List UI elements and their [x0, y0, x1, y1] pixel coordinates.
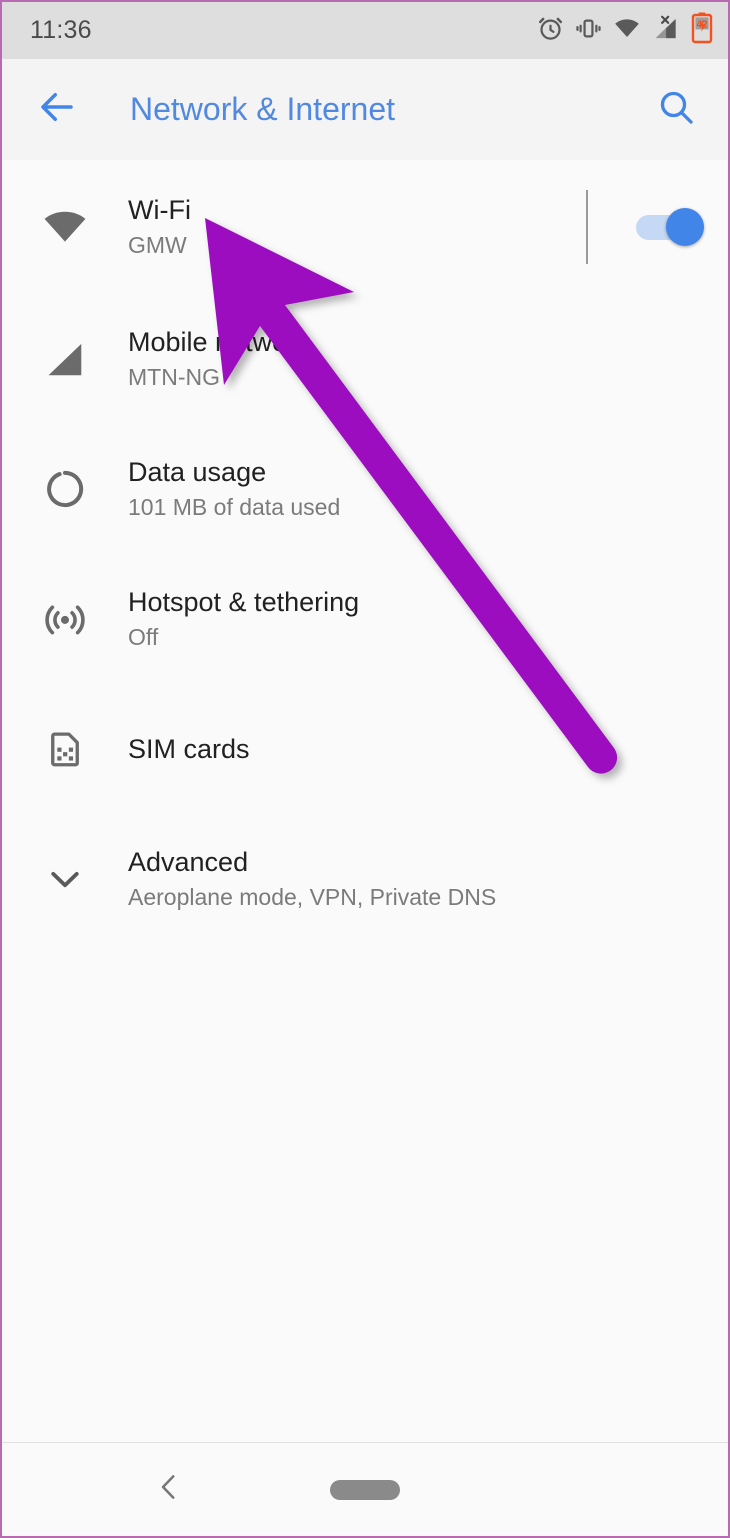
battery-icon: 42	[690, 12, 714, 49]
status-icon-tray: 42	[537, 12, 714, 49]
wifi-icon	[2, 202, 128, 252]
wifi-toggle-area	[586, 190, 728, 264]
settings-row-subtitle: Off	[128, 623, 159, 650]
settings-row-data-usage[interactable]: Data usage 101 MB of data used	[2, 424, 728, 554]
data-usage-icon	[2, 466, 128, 512]
settings-row-title: Data usage	[128, 456, 267, 487]
settings-row-title: Hotspot & tethering	[128, 586, 360, 617]
settings-row-text: Wi-Fi GMW	[128, 194, 586, 261]
mobile-signal-no-service-icon	[652, 15, 679, 47]
settings-row-title: Wi-Fi	[128, 194, 191, 225]
back-button[interactable]	[28, 81, 86, 139]
settings-list: Wi-Fi GMW Mobile network MTN-NG Data usa…	[2, 160, 728, 1443]
settings-row-title: Mobile network	[128, 326, 310, 357]
settings-row-subtitle: 101 MB of data used	[128, 493, 341, 520]
nav-home-handle[interactable]	[330, 1479, 400, 1500]
row-divider	[586, 190, 588, 264]
vibrate-icon	[575, 15, 602, 47]
nav-back-button[interactable]	[142, 1463, 196, 1517]
settings-row-subtitle: MTN-NG	[128, 363, 220, 390]
settings-row-subtitle: GMW	[128, 231, 187, 258]
wifi-toggle-switch[interactable]	[636, 208, 704, 246]
page-title: Network & Internet	[130, 91, 395, 127]
settings-row-wifi[interactable]: Wi-Fi GMW	[2, 160, 728, 294]
settings-row-text: Data usage 101 MB of data used	[128, 456, 728, 523]
settings-row-text: Hotspot & tethering Off	[128, 586, 728, 653]
status-bar: 11:36 42	[2, 2, 728, 59]
navigation-bar	[2, 1442, 728, 1536]
phone-screen: 11:36 42 Network & Internet Wi-Fi GMW Mo…	[0, 0, 730, 1538]
settings-row-text: Advanced Aeroplane mode, VPN, Private DN…	[128, 846, 728, 913]
alarm-icon	[537, 15, 564, 47]
settings-row-hotspot-tethering[interactable]: Hotspot & tethering Off	[2, 554, 728, 684]
hotspot-icon	[2, 596, 128, 642]
settings-row-title: SIM cards	[128, 733, 250, 764]
arrow-left-icon	[36, 86, 78, 133]
status-time: 11:36	[30, 16, 92, 44]
search-button[interactable]	[648, 82, 704, 138]
settings-row-mobile-network[interactable]: Mobile network MTN-NG	[2, 294, 728, 424]
app-bar: Network & Internet	[2, 59, 728, 160]
chevron-down-icon	[2, 857, 128, 901]
settings-row-text: SIM cards	[128, 733, 728, 765]
settings-row-subtitle: Aeroplane mode, VPN, Private DNS	[128, 883, 497, 910]
sim-card-icon	[2, 728, 128, 770]
search-icon	[656, 87, 696, 132]
mobile-network-icon	[2, 336, 128, 382]
settings-row-title: Advanced	[128, 846, 249, 877]
switch-thumb	[666, 208, 704, 246]
settings-row-text: Mobile network MTN-NG	[128, 326, 728, 393]
svg-text:42: 42	[696, 20, 708, 31]
wifi-signal-icon	[613, 15, 641, 47]
chevron-left-icon	[152, 1470, 186, 1509]
settings-row-sim-cards[interactable]: SIM cards	[2, 684, 728, 814]
settings-row-advanced[interactable]: Advanced Aeroplane mode, VPN, Private DN…	[2, 814, 728, 944]
